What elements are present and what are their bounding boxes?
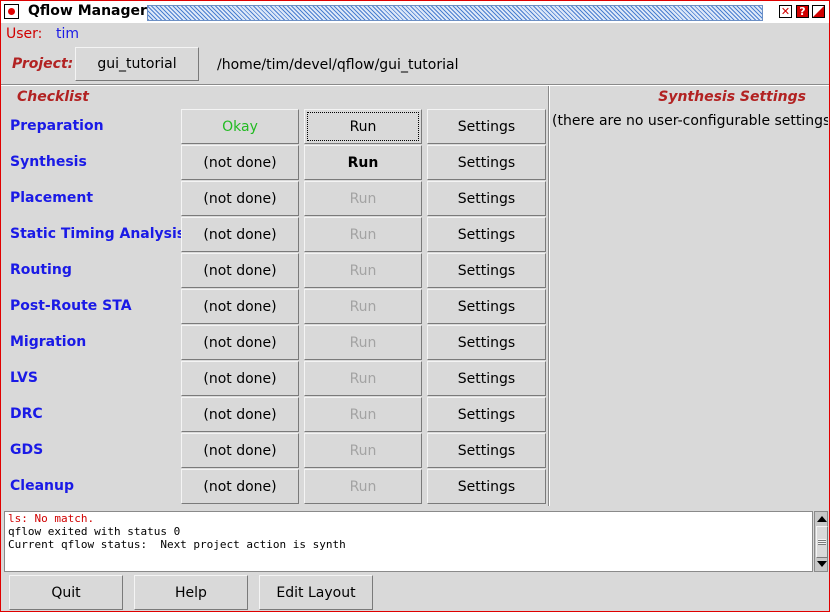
scroll-up-arrow-icon[interactable]	[816, 513, 827, 524]
settings-button[interactable]: Settings	[427, 397, 546, 432]
quit-button[interactable]: Quit	[9, 575, 123, 610]
run-button[interactable]: Run	[304, 433, 422, 468]
scroll-down-arrow-icon[interactable]	[816, 559, 827, 570]
step-name: Placement	[10, 190, 94, 206]
run-button[interactable]: Run	[304, 361, 422, 396]
step-status-button[interactable]: (not done)	[181, 361, 299, 396]
synthesis-settings-text: (there are no user-configurable settings	[552, 113, 828, 129]
synthesis-settings-heading: Synthesis Settings	[658, 89, 806, 105]
settings-button[interactable]: Settings	[427, 181, 546, 216]
settings-button[interactable]: Settings	[427, 145, 546, 180]
run-button[interactable]: Run	[304, 109, 422, 144]
step-name: Cleanup	[10, 478, 74, 494]
step-status-button[interactable]: Okay	[181, 109, 299, 144]
checklist-heading: Checklist	[17, 89, 89, 105]
run-button[interactable]: Run	[304, 253, 422, 288]
console-line: qflow exited with status 0	[8, 525, 181, 538]
run-button[interactable]: Run	[304, 289, 422, 324]
settings-button[interactable]: Settings	[427, 289, 546, 324]
settings-button[interactable]: Settings	[427, 325, 546, 360]
edit-layout-button[interactable]: Edit Layout	[259, 575, 373, 610]
user-name: tim	[56, 26, 80, 42]
project-label: Project:	[12, 56, 74, 72]
settings-button[interactable]: Settings	[427, 433, 546, 468]
settings-button[interactable]: Settings	[427, 217, 546, 252]
step-name: Migration	[10, 334, 87, 350]
step-row-preparation: Preparation Okay Run Settings	[1, 109, 548, 145]
user-label: User:	[6, 26, 43, 42]
step-name: LVS	[10, 370, 38, 386]
step-name: GDS	[10, 442, 44, 458]
run-button[interactable]: Run	[304, 325, 422, 360]
run-button[interactable]: Run	[304, 145, 422, 180]
run-button[interactable]: Run	[304, 397, 422, 432]
scrollbar-thumb[interactable]	[816, 526, 828, 558]
step-row-migration: Migration (not done) Run Settings	[1, 325, 548, 361]
step-name: Static Timing Analysis	[10, 226, 186, 242]
settings-button[interactable]: Settings	[427, 109, 546, 144]
console-line: ls: No match.	[8, 512, 95, 525]
help-button[interactable]: Help	[134, 575, 248, 610]
step-row-gds: GDS (not done) Run Settings	[1, 433, 548, 469]
step-row-routing: Routing (not done) Run Settings	[1, 253, 548, 289]
close-icon[interactable]: ✕	[779, 5, 792, 18]
window-title: Qflow Manager	[28, 3, 147, 19]
project-path: /home/tim/devel/qflow/gui_tutorial	[217, 57, 459, 73]
step-row-static-timing-analysis: Static Timing Analysis (not done) Run Se…	[1, 217, 548, 253]
run-button[interactable]: Run	[304, 469, 422, 504]
step-status-button[interactable]: (not done)	[181, 325, 299, 360]
step-row-cleanup: Cleanup (not done) Run Settings	[1, 469, 548, 505]
run-button[interactable]: Run	[304, 181, 422, 216]
step-status-button[interactable]: (not done)	[181, 469, 299, 504]
step-status-button[interactable]: (not done)	[181, 217, 299, 252]
step-status-button[interactable]: (not done)	[181, 253, 299, 288]
step-row-synthesis: Synthesis (not done) Run Settings	[1, 145, 548, 181]
settings-button[interactable]: Settings	[427, 253, 546, 288]
maximize-icon[interactable]	[812, 5, 825, 18]
help-icon[interactable]: ?	[796, 5, 809, 18]
title-bar[interactable]: Qflow Manager ✕ ?	[1, 1, 829, 23]
settings-button[interactable]: Settings	[427, 361, 546, 396]
console-line: Current qflow status: Next project actio…	[8, 538, 346, 551]
step-name: Routing	[10, 262, 72, 278]
step-name: Post-Route STA	[10, 298, 132, 314]
title-bar-drag-area[interactable]	[147, 5, 763, 21]
step-row-post-route-sta: Post-Route STA (not done) Run Settings	[1, 289, 548, 325]
step-status-button[interactable]: (not done)	[181, 181, 299, 216]
settings-button[interactable]: Settings	[427, 469, 546, 504]
step-status-button[interactable]: (not done)	[181, 289, 299, 324]
step-row-lvs: LVS (not done) Run Settings	[1, 361, 548, 397]
step-status-button[interactable]: (not done)	[181, 433, 299, 468]
header-divider	[1, 84, 829, 86]
qflow-manager-window: Qflow Manager ✕ ? User: tim Project: gui…	[0, 0, 830, 612]
step-row-placement: Placement (not done) Run Settings	[1, 181, 548, 217]
step-name: Synthesis	[10, 154, 87, 170]
console-output[interactable]: ls: No match. qflow exited with status 0…	[4, 511, 813, 572]
run-button[interactable]: Run	[304, 217, 422, 252]
window-menu-icon[interactable]	[4, 4, 19, 19]
step-name: DRC	[10, 406, 43, 422]
project-select-button[interactable]: gui_tutorial	[75, 47, 199, 81]
console-scrollbar[interactable]	[814, 511, 828, 572]
step-row-drc: DRC (not done) Run Settings	[1, 397, 548, 433]
step-status-button[interactable]: (not done)	[181, 397, 299, 432]
panel-divider	[548, 86, 550, 506]
step-status-button[interactable]: (not done)	[181, 145, 299, 180]
step-name: Preparation	[10, 118, 104, 134]
